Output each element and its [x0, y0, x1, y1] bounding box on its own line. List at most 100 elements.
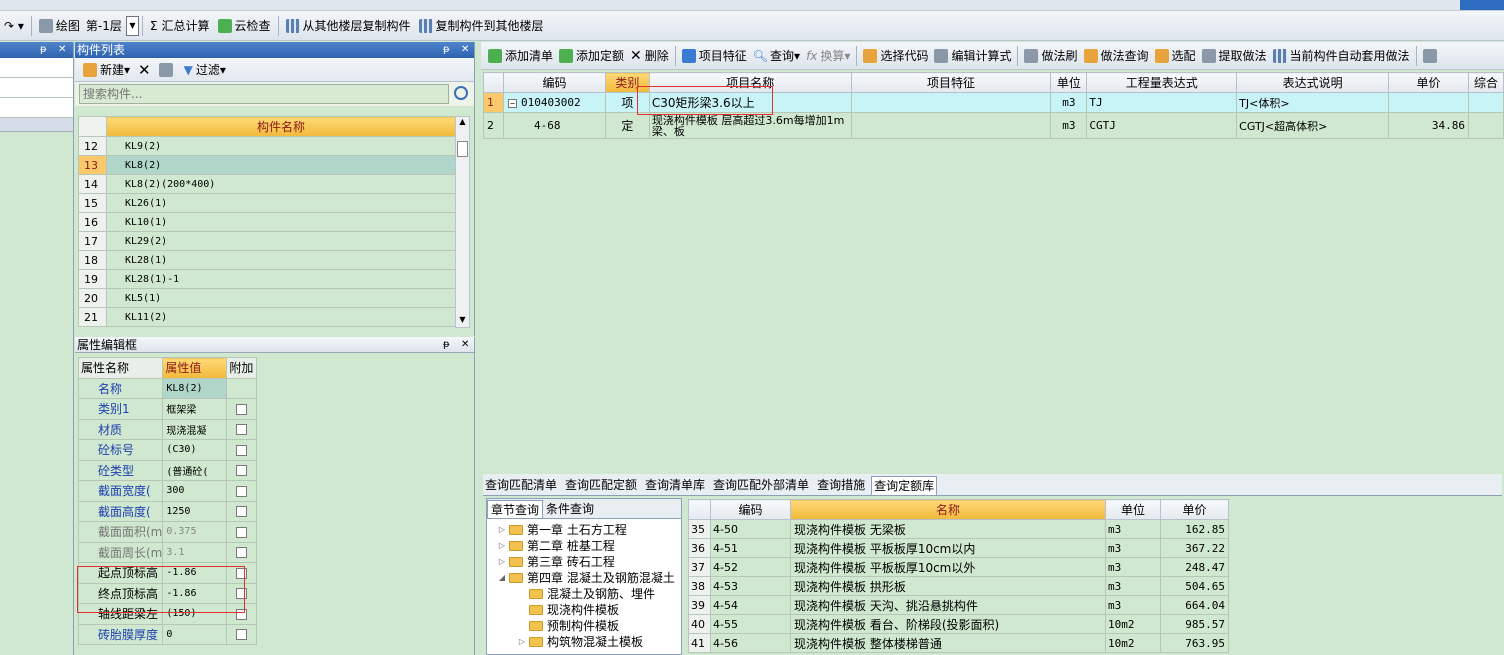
table-row[interactable]: 15 KL26(1) — [78, 193, 456, 213]
select-match-button[interactable]: 选配 — [1152, 45, 1199, 67]
pin-icon[interactable]: ᵽ — [40, 42, 47, 58]
tree-item[interactable]: ▷ 构筑物混凝土模板 — [487, 634, 681, 650]
expand-icon[interactable]: ▷ — [497, 522, 507, 538]
extra-checkbox[interactable] — [236, 506, 248, 518]
price-header[interactable]: 单价 — [1388, 72, 1469, 93]
table-row[interactable]: 39 4-54 现浇构件模板 天沟、挑沿悬挑构件 m3 664.04 — [688, 595, 1229, 615]
property-value[interactable]: 300 — [162, 480, 228, 502]
component-name[interactable]: KL9(2) — [106, 136, 456, 156]
component-search-input[interactable] — [79, 84, 449, 104]
component-name-header[interactable]: 构件名称 — [106, 116, 456, 137]
quota-code[interactable]: 4-54 — [710, 595, 791, 615]
table-row[interactable]: 2 4-68 定 现浇构件模板 层高超过3.6m每增加1m梁、板 m3 CGTJ… — [483, 112, 1504, 139]
scroll-up-icon[interactable]: ▲ — [456, 117, 469, 129]
extra-checkbox[interactable] — [236, 526, 248, 538]
quota-name[interactable]: 现浇构件模板 拱形板 — [790, 576, 1106, 596]
method-query-button[interactable]: 做法查询 — [1081, 45, 1152, 67]
table-row[interactable]: 38 4-53 现浇构件模板 拱形板 m3 504.65 — [688, 576, 1229, 596]
navigation-row[interactable] — [0, 118, 73, 132]
expression-desc-cell[interactable]: CGTJ<超高体积> — [1236, 112, 1390, 139]
tree-item[interactable]: 混凝土及钢筋、埋件 — [487, 586, 681, 602]
select-code-button[interactable]: 选择代码 — [860, 45, 931, 67]
extra-checkbox[interactable] — [236, 465, 248, 477]
quota-name[interactable]: 现浇构件模板 看台、阶梯段(投影面积) — [790, 614, 1106, 634]
table-row[interactable]: 18 KL28(1) — [78, 250, 456, 270]
quota-price[interactable]: 367.22 — [1160, 538, 1229, 558]
tab-match-list[interactable]: 查询匹配清单 — [483, 476, 559, 495]
item-feature-header[interactable]: 项目特征 — [850, 72, 1052, 93]
tab-measures[interactable]: 查询措施 — [815, 476, 867, 495]
expression-header[interactable]: 工程量表达式 — [1086, 72, 1238, 93]
tree-item[interactable]: ▷ 第一章 土石方工程 — [487, 522, 681, 538]
quota-unit[interactable]: m3 — [1105, 519, 1161, 539]
component-name[interactable]: KL28(1) — [106, 250, 456, 270]
component-name[interactable]: KL8(2)(200*400) — [106, 174, 456, 194]
query-button[interactable]: 🔍︎ 查询 ▾ — [750, 45, 803, 67]
code-header[interactable]: 编码 — [502, 72, 606, 93]
item-name-cell[interactable]: 现浇构件模板 层高超过3.6m每增加1m梁、板 — [648, 112, 852, 139]
quota-unit[interactable]: 10m2 — [1105, 614, 1161, 634]
redo-button[interactable]: ↷ ▾ — [0, 15, 28, 37]
table-row[interactable]: 37 4-52 现浇构件模板 平板板厚10cm以外 m3 248.47 — [688, 557, 1229, 577]
add-list-button[interactable]: 添加清单 — [485, 45, 556, 67]
quota-name[interactable]: 现浇构件模板 平板板厚10cm以内 — [790, 538, 1106, 558]
extra-checkbox[interactable] — [236, 403, 248, 415]
more-button[interactable] — [1420, 45, 1443, 67]
tree-item[interactable]: ▷ 第二章 桩基工程 — [487, 538, 681, 554]
quota-price[interactable]: 664.04 — [1160, 595, 1229, 615]
quota-code[interactable]: 4-56 — [710, 633, 791, 653]
navigation-row[interactable] — [0, 78, 73, 98]
table-row[interactable]: 21 KL11(2) — [78, 307, 456, 327]
pin-icon[interactable]: ᵽ — [443, 337, 450, 353]
navigation-row[interactable] — [0, 98, 73, 118]
close-icon[interactable]: ✕ — [461, 337, 469, 353]
extra-checkbox[interactable] — [236, 629, 248, 641]
collapse-icon[interactable]: ◢ — [497, 570, 507, 586]
expand-icon[interactable]: ▷ — [497, 538, 507, 554]
window-control-area[interactable] — [1460, 0, 1504, 10]
chevron-down-icon[interactable]: ▼ — [125, 15, 139, 36]
component-name[interactable]: KL11(2) — [106, 307, 456, 327]
table-row[interactable]: 14 KL8(2)(200*400) — [78, 174, 456, 194]
table-row[interactable]: 41 4-56 现浇构件模板 整体楼梯普通 10m2 763.95 — [688, 633, 1229, 653]
tab-condition-query[interactable]: 条件查询 — [543, 500, 597, 518]
table-row[interactable]: 35 4-50 现浇构件模板 无梁板 m3 162.85 — [688, 519, 1229, 539]
scroll-down-icon[interactable]: ▼ — [456, 315, 469, 327]
quota-name[interactable]: 现浇构件模板 无梁板 — [790, 519, 1106, 539]
method-brush-button[interactable]: 做法刷 — [1021, 45, 1080, 67]
property-value[interactable]: 框架梁 — [162, 398, 228, 420]
extra-checkbox[interactable] — [236, 424, 248, 436]
code-cell[interactable]: −010403002 — [502, 92, 606, 113]
quota-price[interactable]: 162.85 — [1160, 519, 1229, 539]
draw-button[interactable]: 绘图 — [35, 15, 84, 37]
quota-unit[interactable]: 10m2 — [1105, 633, 1161, 653]
floor-select[interactable]: 第-1层 ▼ — [86, 15, 139, 36]
close-icon[interactable]: ✕ — [58, 42, 66, 58]
quota-code[interactable]: 4-51 — [710, 538, 791, 558]
item-feature-cell[interactable] — [850, 112, 1052, 139]
price-cell[interactable]: 34.86 — [1388, 112, 1469, 139]
property-value[interactable]: 现浇混凝 — [162, 418, 228, 440]
expand-icon[interactable]: ▷ — [517, 634, 527, 650]
close-icon[interactable]: ✕ — [461, 42, 469, 58]
quota-price[interactable]: 504.65 — [1160, 576, 1229, 596]
property-value[interactable]: (普通砼( — [162, 459, 228, 481]
pin-icon[interactable]: ᵽ — [443, 42, 450, 58]
property-value[interactable]: KL8(2) — [162, 377, 228, 399]
quota-price[interactable]: 763.95 — [1160, 633, 1229, 653]
quota-name[interactable]: 现浇构件模板 平板板厚10cm以外 — [790, 557, 1106, 577]
item-feature-cell[interactable] — [850, 92, 1052, 113]
edit-formula-button[interactable]: 编辑计算式 — [931, 45, 1014, 67]
add-quota-button[interactable]: 添加定额 — [556, 45, 627, 67]
quota-code-header[interactable]: 编码 — [710, 499, 791, 520]
copy-to-floor-button[interactable]: 复制构件到其他楼层 — [415, 15, 548, 37]
property-value[interactable]: 1250 — [162, 500, 228, 522]
table-row[interactable]: 12 KL9(2) — [78, 136, 456, 156]
composite-header[interactable]: 综合 — [1467, 72, 1504, 93]
component-name[interactable]: KL26(1) — [106, 193, 456, 213]
tree-item[interactable]: 现浇构件模板 — [487, 602, 681, 618]
tab-match-quota[interactable]: 查询匹配定额 — [563, 476, 639, 495]
unit-header[interactable]: 单位 — [1050, 72, 1088, 93]
expression-cell[interactable]: CGTJ — [1086, 112, 1238, 139]
expand-icon[interactable]: ▷ — [497, 554, 507, 570]
